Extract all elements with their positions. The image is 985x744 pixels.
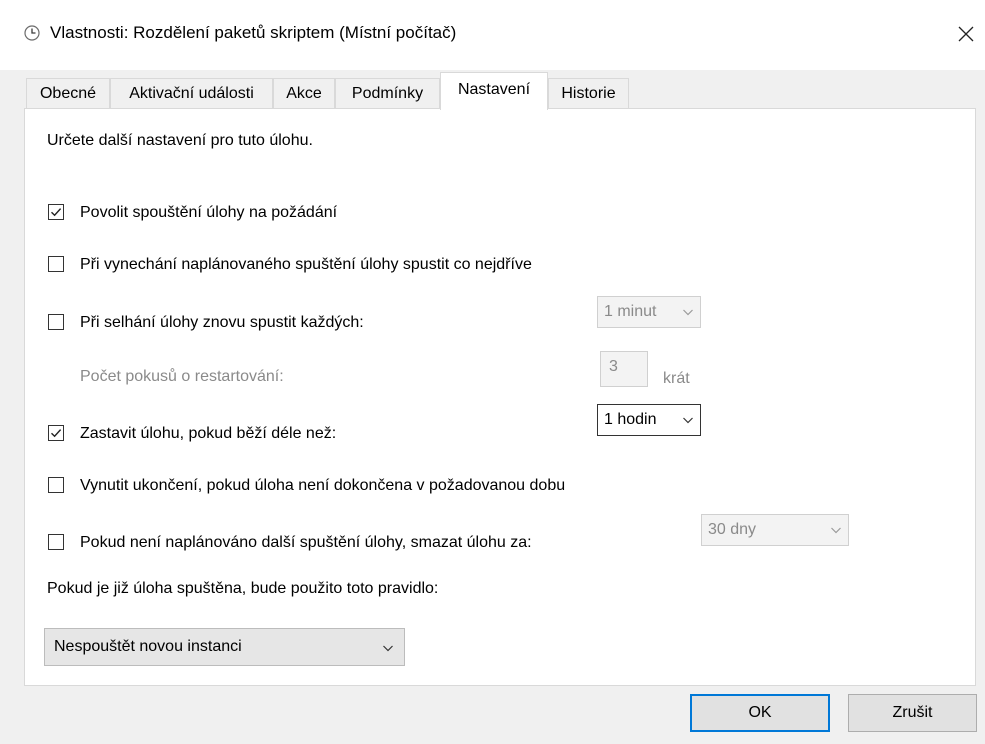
running-rule-select[interactable]: Nespouštět novou instanci: [44, 628, 405, 666]
restart-on-fail-label: Při selhání úlohy znovu spustit každých:: [80, 314, 364, 331]
run-asap-checkbox[interactable]: [48, 256, 64, 272]
restart-attempts-label: Počet pokusů o restartování:: [80, 368, 284, 385]
stop-if-longer-checkbox[interactable]: [48, 425, 64, 441]
tab-settings[interactable]: Nastavení: [440, 72, 548, 110]
force-stop-label: Vynutit ukončení, pokud úloha není dokon…: [80, 477, 566, 494]
chevron-down-icon: [830, 524, 842, 536]
chevron-down-icon: [682, 306, 694, 318]
clock-icon: [24, 25, 40, 41]
ok-button[interactable]: OK: [690, 694, 830, 732]
cancel-button[interactable]: Zrušit: [848, 694, 977, 732]
tab-history[interactable]: Historie: [548, 78, 629, 108]
delete-if-not-scheduled-checkbox[interactable]: [48, 534, 64, 550]
settings-panel: Určete další nastavení pro tuto úlohu. P…: [24, 108, 976, 686]
delete-after-combo: 30 dny: [701, 514, 849, 546]
stop-duration-combo[interactable]: 1 hodin: [597, 404, 701, 436]
force-stop-checkbox[interactable]: [48, 477, 64, 493]
restart-interval-combo: 1 minut: [597, 296, 701, 328]
close-icon: [958, 26, 974, 42]
chevron-down-icon: [382, 642, 394, 654]
restart-on-fail-checkbox[interactable]: [48, 314, 64, 330]
tab-general[interactable]: Obecné: [26, 78, 110, 108]
tab-actions[interactable]: Akce: [273, 78, 335, 108]
restart-attempts-unit: krát: [663, 370, 690, 387]
checkmark-icon: [51, 208, 62, 217]
tab-conditions[interactable]: Podmínky: [335, 78, 440, 108]
settings-intro: Určete další nastavení pro tuto úlohu.: [47, 132, 313, 149]
delete-if-not-scheduled-label: Pokud není naplánováno další spuštění úl…: [80, 534, 532, 551]
tab-triggers[interactable]: Aktivační události: [110, 78, 273, 108]
run-asap-label: Při vynechání naplánovaného spuštění úlo…: [80, 256, 532, 273]
window-title: Vlastnosti: Rozdělení paketů skriptem (M…: [50, 23, 457, 42]
running-rule-value: Nespouštět novou instanci: [54, 638, 242, 655]
close-button[interactable]: [948, 12, 984, 56]
chevron-down-icon: [682, 414, 694, 426]
allow-on-demand-checkbox[interactable]: [48, 204, 64, 220]
title-bar: Vlastnosti: Rozdělení paketů skriptem (M…: [0, 0, 985, 70]
allow-on-demand-label: Povolit spouštění úlohy na požádání: [80, 204, 338, 221]
restart-interval-value: 1 minut: [604, 303, 657, 320]
delete-after-value: 30 dny: [708, 521, 757, 538]
running-rule-label: Pokud je již úloha spuštěna, bude použit…: [47, 580, 439, 597]
restart-attempts-spinner: 3: [600, 351, 648, 387]
stop-if-longer-label: Zastavit úlohu, pokud běží déle než:: [80, 425, 337, 442]
checkmark-icon: [51, 429, 62, 438]
stop-duration-value: 1 hodin: [604, 411, 657, 428]
